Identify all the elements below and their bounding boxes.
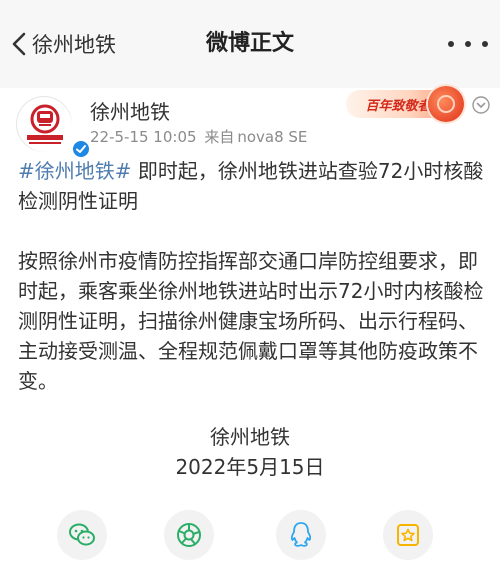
post-date: 22-5-15 10:05 [90,128,197,146]
hashtag-link[interactable]: #徐州地铁# [18,159,132,183]
moments-icon [177,523,201,547]
metro-logo-icon [18,98,72,152]
anniversary-badge[interactable]: 百年致敬者 [346,86,468,122]
chevron-down-icon [472,96,490,114]
author-name[interactable]: 徐州地铁 [90,96,170,125]
more-dot-icon [482,41,488,47]
more-dot-icon [465,41,471,47]
badge-medal-icon [428,86,464,122]
post-content: #徐州地铁# 即时起，徐州地铁进站查验72小时核酸检测阴性证明 按照徐州市疫情防… [18,156,488,396]
qzone-icon [397,524,419,546]
signature-name: 徐州地铁 [210,425,290,449]
follow-toggle-button[interactable] [472,96,490,114]
share-qq-button[interactable] [276,510,326,560]
post-headline: #徐州地铁# 即时起，徐州地铁进站查验72小时核酸检测阴性证明 [18,156,488,216]
source-device: nova8 SE [237,128,308,146]
more-dot-icon [448,41,454,47]
chevron-left-icon [12,32,26,56]
source-prefix: 来自 [204,128,235,146]
signature-date: 2022年5月15日 [175,455,325,479]
share-qzone-button[interactable] [383,510,433,560]
more-options-button[interactable] [448,30,488,58]
share-row [0,502,500,562]
share-wechat-button[interactable] [57,510,107,560]
badge-text: 百年致敬者 [365,98,431,114]
share-moments-button[interactable] [164,510,214,560]
post-paragraph: 按照徐州市疫情防控指挥部交通口岸防控组要求，即时起，乘客乘坐徐州地铁进站时出示7… [18,249,484,393]
back-button[interactable]: 徐州地铁 [10,26,116,62]
back-label: 徐州地铁 [32,33,116,57]
post-meta: 22-5-15 10:05 来自 nova8 SE [90,126,307,147]
qq-icon [290,522,312,547]
avatar[interactable] [16,96,91,159]
wechat-icon [69,523,95,546]
navigation-bar: 徐州地铁 微博正文 [0,0,500,88]
